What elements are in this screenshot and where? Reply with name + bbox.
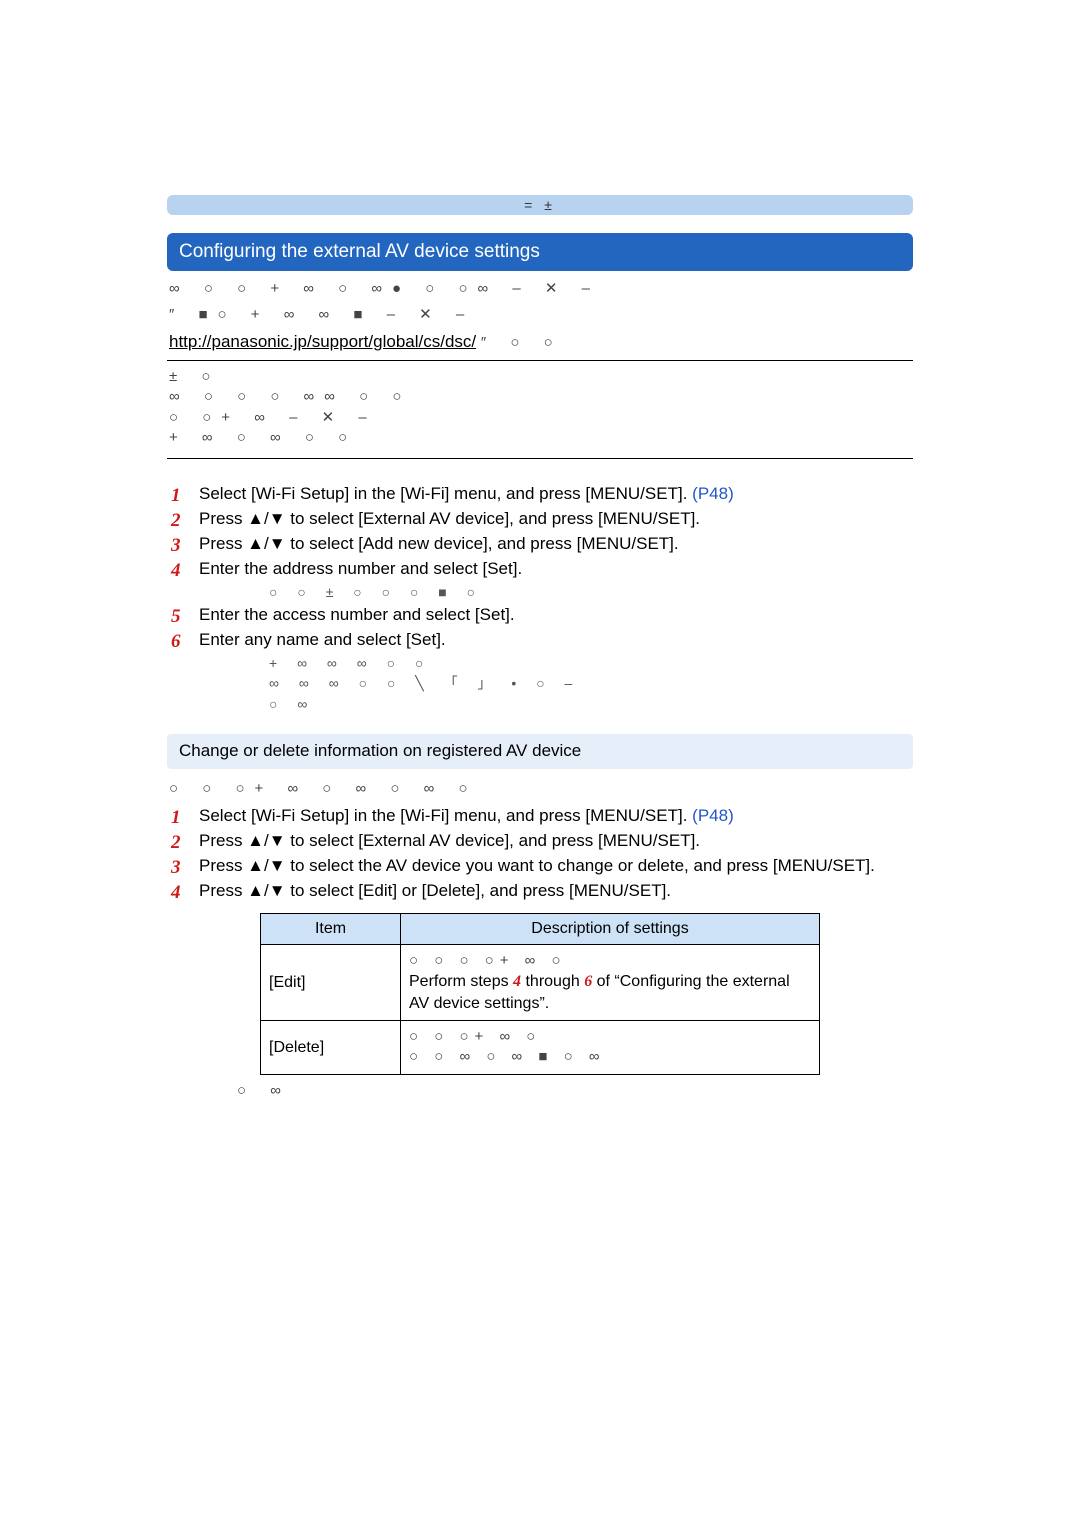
table-row: [Edit] ○ ○ ○ ○+ ∞ ○ Perform steps 4 thro… [261,944,820,1020]
desc-text: through [521,973,584,990]
step-item: Enter the access number and select [Set]… [171,604,913,627]
item-cell: [Edit] [261,944,401,1020]
step-item: Press ▲/▼ to select [Edit] or [Delete], … [171,880,913,903]
step-item: Select [Wi-Fi Setup] in the [Wi-Fi] menu… [171,805,913,828]
symbol-row: ″ ■○ + ∞ ∞ ■ – ✕ – [169,305,911,325]
symbol-row: ∞ ∞ ∞ ○ ○ ╲ 「 」 • ○ – [269,674,913,693]
band-symbols: = ± [524,196,556,215]
desc-cell: ○ ○ ○+ ∞ ○ ○ ○ ∞ ○ ∞ ■ ○ ∞ [401,1021,820,1075]
note-box: ± ○ ∞ ○ ○ ○ ∞∞ ○ ○ ○ ○+ ∞ – ✕ – + ∞ ○ ∞ … [167,360,913,459]
subsection-title: Change or delete information on register… [167,734,913,769]
page-ref[interactable]: (P48) [692,484,734,503]
step-item: Press ▲/▼ to select [External AV device]… [171,508,913,531]
document-page: = ± Configuring the external AV device s… [167,0,913,1101]
step-item: Press ▲/▼ to select [Add new device], an… [171,533,913,556]
symbol-row: ○ ○ ○+ ∞ ○ ∞ ○ ∞ ○ [169,779,911,799]
step-text: Select [Wi-Fi Setup] in the [Wi-Fi] menu… [199,484,692,503]
support-url[interactable]: http://panasonic.jp/support/global/cs/ds… [169,332,476,351]
step-item: Enter any name and select [Set]. + ∞ ∞ ∞… [171,629,913,715]
section-band: = ± [167,195,913,215]
step-text: Enter any name and select [Set]. [199,630,446,649]
symbol-row: ○ ○ ± ○ ○ ○ ■ ○ [269,583,913,602]
item-cell: [Delete] [261,1021,401,1075]
step-item: Press ▲/▼ to select [External AV device]… [171,830,913,853]
note-line: ○ ○+ ∞ – ✕ – [169,408,911,428]
note-line: ∞ ○ ○ ○ ∞∞ ○ ○ [169,387,911,407]
steps-list-a: Select [Wi-Fi Setup] in the [Wi-Fi] menu… [171,483,913,714]
step-text: Select [Wi-Fi Setup] in the [Wi-Fi] menu… [199,806,692,825]
step-ref-6: 6 [584,973,592,990]
settings-table: Item Description of settings [Edit] ○ ○ … [260,913,820,1075]
footer-symbols: ○ ∞ [237,1081,913,1101]
step-item: Press ▲/▼ to select the AV device you wa… [171,855,913,878]
symbol-row: ○ ○ ○+ ∞ ○ [409,1027,811,1047]
col-description: Description of settings [401,914,820,945]
step-ref-4: 4 [513,973,521,990]
symbol-row: + ∞ ∞ ∞ ○ ○ [269,654,913,673]
note-line: + ∞ ○ ∞ ○ ○ [169,428,911,448]
note-line: ± ○ [169,367,911,387]
desc-cell: ○ ○ ○ ○+ ∞ ○ Perform steps 4 through 6 o… [401,944,820,1020]
section-title: Configuring the external AV device setti… [167,233,913,271]
support-url-line: http://panasonic.jp/support/global/cs/ds… [169,331,911,354]
step-item: Select [Wi-Fi Setup] in the [Wi-Fi] menu… [171,483,913,506]
symbol-fragment: ″ ○ ○ [481,334,563,351]
table-header-row: Item Description of settings [261,914,820,945]
step-text: Enter the address number and select [Set… [199,559,522,578]
symbol-row: ○ ○ ∞ ○ ∞ ■ ○ ∞ [409,1047,811,1067]
symbol-row: ○ ∞ [269,695,913,714]
col-item: Item [261,914,401,945]
step-item: Enter the address number and select [Set… [171,558,913,602]
desc-text: Perform steps [409,973,513,990]
table-row: [Delete] ○ ○ ○+ ∞ ○ ○ ○ ∞ ○ ∞ ■ ○ ∞ [261,1021,820,1075]
page-ref[interactable]: (P48) [692,806,734,825]
symbol-row: ○ ○ ○ ○+ ∞ ○ [409,951,811,971]
symbol-row: ∞ ○ ○ + ∞ ○ ∞● ○ ○∞ – ✕ – [169,279,911,299]
steps-list-b: Select [Wi-Fi Setup] in the [Wi-Fi] menu… [171,805,913,903]
